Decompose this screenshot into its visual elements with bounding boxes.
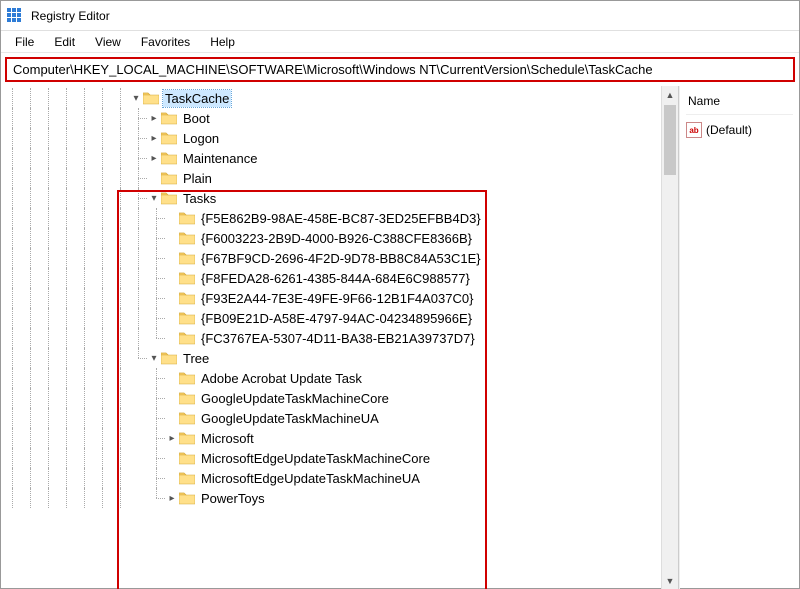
menu-edit[interactable]: Edit	[44, 33, 85, 51]
tree-node-label[interactable]: {FB09E21D-A58E-4797-94AC-04234895966E}	[199, 310, 474, 327]
tree-node-label[interactable]: Plain	[181, 170, 214, 187]
expander-open-icon[interactable]: ▾	[147, 188, 161, 208]
tree-node[interactable]: {F67BF9CD-2696-4F2D-9D78-BB8C84A53C1E}	[3, 248, 678, 268]
tree-node-label[interactable]: {F67BF9CD-2696-4F2D-9D78-BB8C84A53C1E}	[199, 250, 483, 267]
menu-view[interactable]: View	[85, 33, 131, 51]
expander-none	[165, 308, 179, 328]
scroll-thumb[interactable]	[664, 105, 676, 175]
tree-node[interactable]: ▾ Tasks	[3, 188, 678, 208]
tree-node[interactable]: {F93E2A44-7E3E-49FE-9F66-12B1F4A037C0}	[3, 288, 678, 308]
tree-node-label[interactable]: Tree	[181, 350, 211, 367]
tree-node[interactable]: ▸ Maintenance	[3, 148, 678, 168]
menubar: File Edit View Favorites Help	[1, 31, 799, 53]
expander-none	[165, 228, 179, 248]
tree-node-label[interactable]: MicrosoftEdgeUpdateTaskMachineUA	[199, 470, 422, 487]
scroll-down-icon[interactable]: ▼	[662, 572, 678, 589]
expander-closed-icon[interactable]: ▸	[147, 108, 161, 128]
expander-none	[165, 468, 179, 488]
tree-node[interactable]: {FC3767EA-5307-4D11-BA38-EB21A39737D7}	[3, 328, 678, 348]
tree-node[interactable]: MicrosoftEdgeUpdateTaskMachineUA	[3, 468, 678, 488]
expander-open-icon[interactable]: ▾	[129, 88, 143, 108]
tree-node-label[interactable]: Adobe Acrobat Update Task	[199, 370, 364, 387]
tree-node-label[interactable]: MicrosoftEdgeUpdateTaskMachineCore	[199, 450, 432, 467]
expander-closed-icon[interactable]: ▸	[147, 128, 161, 148]
tree-node-label[interactable]: GoogleUpdateTaskMachineUA	[199, 410, 381, 427]
expander-none	[165, 368, 179, 388]
tree-node[interactable]: ▾ Tree	[3, 348, 678, 368]
tree-node-label[interactable]: Logon	[181, 130, 221, 147]
expander-none	[147, 168, 161, 188]
tree-node-label[interactable]: {F5E862B9-98AE-458E-BC87-3ED25EFBB4D3}	[199, 210, 483, 227]
column-header-name[interactable]: Name	[686, 90, 793, 115]
tree-node[interactable]: ▸ Boot	[3, 108, 678, 128]
expander-none	[165, 408, 179, 428]
tree-node[interactable]: ▸ Microsoft	[3, 428, 678, 448]
tree-node-label[interactable]: PowerToys	[199, 490, 267, 507]
menu-help[interactable]: Help	[200, 33, 245, 51]
tree-node-label[interactable]: Tasks	[181, 190, 218, 207]
addressbar-container: Computer\HKEY_LOCAL_MACHINE\SOFTWARE\Mic…	[1, 53, 799, 86]
scroll-up-icon[interactable]: ▲	[662, 86, 678, 103]
tree-node-label[interactable]: {F8FEDA28-6261-4385-844A-684E6C988577}	[199, 270, 472, 287]
tree-node-label[interactable]: GoogleUpdateTaskMachineCore	[199, 390, 391, 407]
expander-closed-icon[interactable]: ▸	[165, 428, 179, 448]
app-icon	[7, 8, 23, 24]
tree-node[interactable]: {F6003223-2B9D-4000-B926-C388CFE8366B}	[3, 228, 678, 248]
expander-none	[165, 288, 179, 308]
tree-node[interactable]: {FB09E21D-A58E-4797-94AC-04234895966E}	[3, 308, 678, 328]
tree-node[interactable]: ▾ TaskCache	[3, 88, 678, 108]
expander-none	[165, 268, 179, 288]
expander-none	[165, 328, 179, 348]
tree-scrollbar[interactable]: ▲ ▼	[661, 86, 678, 589]
window-title: Registry Editor	[31, 9, 110, 23]
tree-node-label[interactable]: Maintenance	[181, 150, 259, 167]
tree-node-label[interactable]: Boot	[181, 110, 212, 127]
expander-none	[165, 208, 179, 228]
tree-node-label[interactable]: TaskCache	[163, 90, 231, 107]
value-row-default[interactable]: ab (Default)	[686, 121, 793, 139]
tree-node-label[interactable]: {F6003223-2B9D-4000-B926-C388CFE8366B}	[199, 230, 474, 247]
string-value-icon: ab	[686, 122, 702, 138]
expander-closed-icon[interactable]: ▸	[165, 488, 179, 508]
value-name: (Default)	[706, 123, 752, 137]
menu-file[interactable]: File	[5, 33, 44, 51]
tree-node-label[interactable]: {FC3767EA-5307-4D11-BA38-EB21A39737D7}	[199, 330, 477, 347]
values-pane[interactable]: Name ab (Default)	[679, 86, 799, 589]
tree-node[interactable]: ▸ Logon	[3, 128, 678, 148]
tree-node[interactable]: ▸ PowerToys	[3, 488, 678, 508]
tree-node[interactable]: GoogleUpdateTaskMachineUA	[3, 408, 678, 428]
tree-node[interactable]: Adobe Acrobat Update Task	[3, 368, 678, 388]
tree-node-label[interactable]: {F93E2A44-7E3E-49FE-9F66-12B1F4A037C0}	[199, 290, 475, 307]
expander-none	[165, 448, 179, 468]
menu-favorites[interactable]: Favorites	[131, 33, 200, 51]
address-input[interactable]: Computer\HKEY_LOCAL_MACHINE\SOFTWARE\Mic…	[5, 57, 795, 82]
expander-open-icon[interactable]: ▾	[147, 348, 161, 368]
titlebar: Registry Editor	[1, 1, 799, 31]
expander-none	[165, 388, 179, 408]
tree-node[interactable]: {F8FEDA28-6261-4385-844A-684E6C988577}	[3, 268, 678, 288]
tree-node[interactable]: Plain	[3, 168, 678, 188]
tree-node[interactable]: {F5E862B9-98AE-458E-BC87-3ED25EFBB4D3}	[3, 208, 678, 228]
expander-none	[165, 248, 179, 268]
tree-node[interactable]: GoogleUpdateTaskMachineCore	[3, 388, 678, 408]
expander-closed-icon[interactable]: ▸	[147, 148, 161, 168]
tree-node-label[interactable]: Microsoft	[199, 430, 256, 447]
tree-pane[interactable]: ▾TaskCache▸Boot▸Logon▸MaintenancePlain▾T…	[1, 86, 679, 589]
tree-node[interactable]: MicrosoftEdgeUpdateTaskMachineCore	[3, 448, 678, 468]
